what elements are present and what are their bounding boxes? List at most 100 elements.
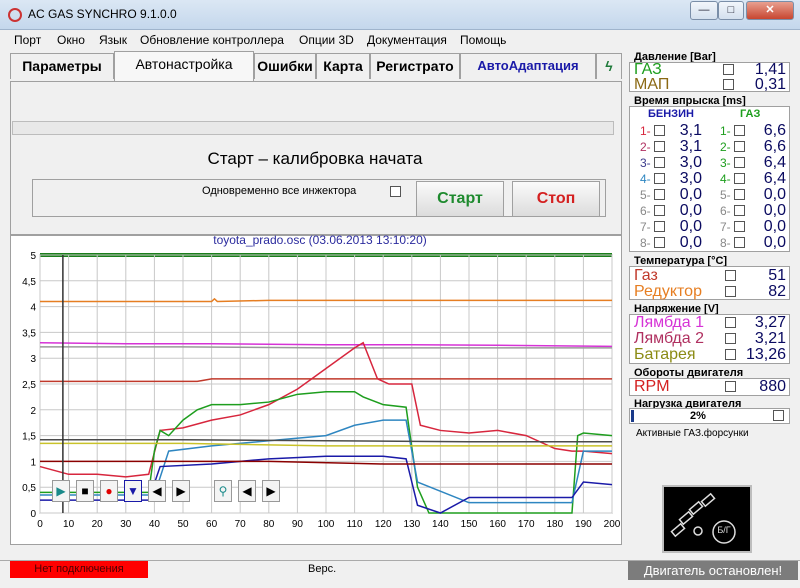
stop-icon[interactable]: ■ bbox=[76, 480, 94, 502]
x-tick-label: 170 bbox=[518, 519, 535, 530]
gas-injector-checkbox[interactable] bbox=[734, 205, 745, 216]
tab-parameters[interactable]: Параметры bbox=[10, 53, 114, 79]
petrol-injection-value: 0,0 bbox=[679, 202, 702, 219]
y-tick-label: 1 bbox=[30, 457, 36, 468]
temperature-reducer-label: Редуктор bbox=[634, 283, 702, 300]
download-icon[interactable]: ▼ bbox=[124, 480, 142, 502]
temperature-gas-label: Газ bbox=[634, 267, 658, 284]
load-checkbox[interactable] bbox=[773, 410, 784, 421]
petrol-injector-checkbox[interactable] bbox=[654, 141, 665, 152]
injector-row: 4- 3,0 4- 6,4 bbox=[640, 171, 790, 187]
gas-injection-value: 6,6 bbox=[763, 122, 786, 139]
gas-injector-number: 6- bbox=[720, 204, 731, 218]
tab-errors[interactable]: Ошибки bbox=[254, 53, 316, 79]
forward-icon[interactable]: ▶ bbox=[172, 480, 190, 502]
x-tick-label: 160 bbox=[489, 519, 506, 530]
play-icon[interactable]: ▶ bbox=[52, 480, 70, 502]
petrol-injection-value: 3,1 bbox=[679, 138, 702, 155]
zoom-icon[interactable]: ⚲ bbox=[214, 480, 232, 502]
gas-mode-display: Б/Г bbox=[662, 485, 752, 553]
menu-help[interactable]: Помощь bbox=[460, 33, 506, 47]
injector-row: 8- 0,0 8- 0,0 bbox=[640, 235, 790, 251]
petrol-injector-checkbox[interactable] bbox=[654, 173, 665, 184]
menu-options-3d[interactable]: Опции 3D bbox=[299, 33, 354, 47]
minimize-button[interactable]: — bbox=[690, 1, 718, 20]
lambda1-checkbox[interactable] bbox=[725, 317, 736, 328]
tab-autotune[interactable]: Автонастройка bbox=[114, 51, 254, 81]
pressure-map-label: МАП bbox=[634, 76, 670, 93]
gas-injector-checkbox[interactable] bbox=[734, 157, 745, 168]
gas-injector-checkbox[interactable] bbox=[734, 125, 745, 136]
tab-recorder[interactable]: Регистрато bbox=[370, 53, 460, 79]
x-tick-label: 110 bbox=[347, 519, 363, 530]
load-box bbox=[629, 408, 790, 424]
x-tick-label: 20 bbox=[92, 519, 104, 530]
gas-injector-checkbox[interactable] bbox=[734, 141, 745, 152]
stop-button[interactable]: Стоп bbox=[512, 181, 600, 217]
temperature-gas-checkbox[interactable] bbox=[725, 270, 736, 281]
x-tick-label: 80 bbox=[263, 519, 275, 530]
menu-documentation[interactable]: Документация bbox=[367, 33, 447, 47]
gas-injector-checkbox[interactable] bbox=[734, 173, 745, 184]
close-button[interactable]: ✕ bbox=[746, 1, 794, 20]
lambda1-label: Лямбда 1 bbox=[634, 314, 705, 331]
injector-number: 1- bbox=[640, 124, 651, 138]
petrol-injection-value: 0,0 bbox=[679, 234, 702, 251]
y-tick-label: 5 bbox=[30, 251, 36, 262]
menu-controller-update[interactable]: Обновление контроллера bbox=[140, 33, 284, 47]
petrol-injector-checkbox[interactable] bbox=[654, 221, 665, 232]
zoom-forward-icon[interactable]: ▶ bbox=[262, 480, 280, 502]
menu-bar: Порт Окно Язык Обновление контроллера Оп… bbox=[0, 30, 628, 50]
x-tick-label: 120 bbox=[375, 519, 392, 530]
petrol-injector-checkbox[interactable] bbox=[654, 205, 665, 216]
x-tick-label: 90 bbox=[292, 519, 304, 530]
injector-row: 3- 3,0 3- 6,4 bbox=[640, 155, 790, 171]
menu-port[interactable]: Порт bbox=[14, 33, 41, 47]
petrol-injector-checkbox[interactable] bbox=[654, 189, 665, 200]
lightning-icon[interactable]: ϟ bbox=[596, 53, 622, 79]
menu-window[interactable]: Окно bbox=[57, 33, 85, 47]
petrol-injector-checkbox[interactable] bbox=[654, 125, 665, 136]
start-button[interactable]: Старт bbox=[416, 181, 504, 217]
temperature-reducer-checkbox[interactable] bbox=[725, 286, 736, 297]
maximize-button[interactable]: □ bbox=[718, 1, 744, 20]
petrol-injector-checkbox[interactable] bbox=[654, 237, 665, 248]
menu-language[interactable]: Язык bbox=[99, 33, 127, 47]
injector-number: 7- bbox=[640, 220, 651, 234]
pressure-gas-checkbox[interactable] bbox=[723, 64, 734, 75]
lambda2-checkbox[interactable] bbox=[725, 333, 736, 344]
rpm-checkbox[interactable] bbox=[725, 381, 736, 392]
petrol-injection-value: 3,0 bbox=[679, 154, 702, 171]
gas-injector-checkbox[interactable] bbox=[734, 237, 745, 248]
tab-auto-adaptation[interactable]: АвтоАдаптация bbox=[460, 53, 596, 79]
connection-status: Нет подключения bbox=[10, 561, 148, 578]
back-icon[interactable]: ◀ bbox=[148, 480, 166, 502]
gas-injector-number: 1- bbox=[720, 124, 731, 138]
app-logo-icon bbox=[8, 8, 22, 22]
x-tick-label: 140 bbox=[432, 519, 449, 530]
gas-injector-number: 8- bbox=[720, 236, 731, 250]
all-injectors-checkbox[interactable] bbox=[390, 186, 401, 197]
tab-map[interactable]: Карта bbox=[316, 53, 370, 79]
petrol-injector-checkbox[interactable] bbox=[654, 157, 665, 168]
zoom-back-icon[interactable]: ◀ bbox=[238, 480, 256, 502]
gas-injection-value: 0,0 bbox=[763, 186, 786, 203]
injector-number: 2- bbox=[640, 140, 651, 154]
petrol-injection-value: 0,0 bbox=[679, 186, 702, 203]
gas-injection-value: 6,6 bbox=[763, 138, 786, 155]
pressure-map-checkbox[interactable] bbox=[723, 79, 734, 90]
injector-number: 4- bbox=[640, 172, 651, 186]
tab-strip: Параметры Автонастройка Ошибки Карта Рег… bbox=[10, 51, 622, 81]
title-bar: AC GAS SYNCHRO 9.1.0.0 — □ ✕ bbox=[0, 0, 800, 30]
injector-row: 6- 0,0 6- 0,0 bbox=[640, 203, 790, 219]
gas-injector-checkbox[interactable] bbox=[734, 189, 745, 200]
battery-checkbox[interactable] bbox=[725, 349, 736, 360]
battery-value: 13,26 bbox=[745, 346, 786, 363]
record-icon[interactable]: ● bbox=[100, 480, 118, 502]
gas-injector-number: 7- bbox=[720, 220, 731, 234]
calibration-status: Старт – калибровка начата bbox=[207, 149, 423, 168]
engine-status: Двигатель остановлен! bbox=[628, 561, 798, 580]
gas-injector-checkbox[interactable] bbox=[734, 221, 745, 232]
injector-row: 1- 3,1 1- 6,6 bbox=[640, 123, 790, 139]
y-tick-label: 0 bbox=[30, 509, 36, 520]
